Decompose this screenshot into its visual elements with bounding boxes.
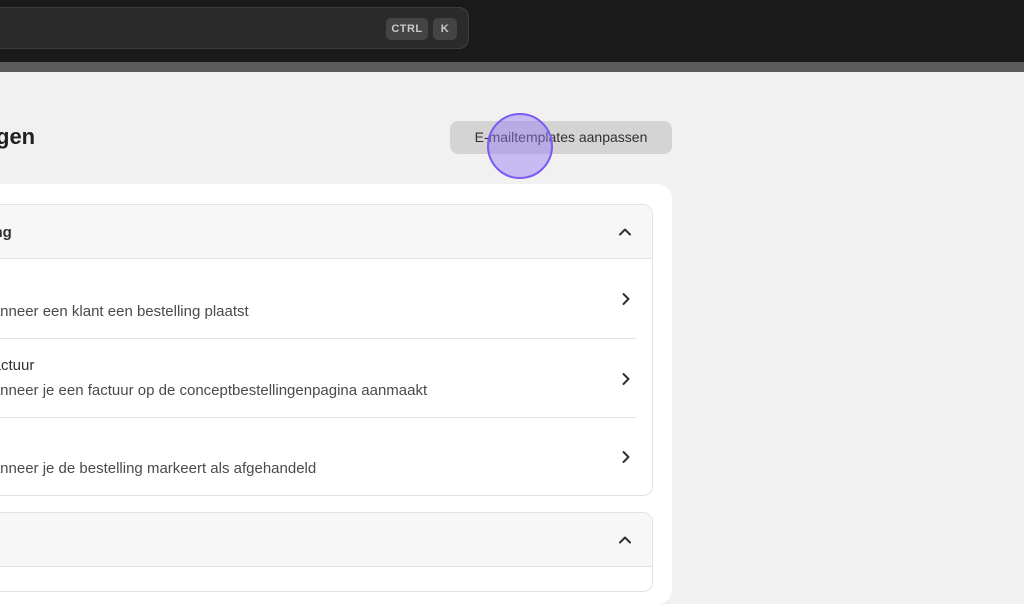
list-item-draft-invoice[interactable]: sfactuur wanneer je een factuur op de co… <box>0 339 652 418</box>
chevron-up-icon[interactable] <box>615 222 635 242</box>
row-description: wanneer een klant een bestelling plaatst <box>0 303 249 320</box>
section-second <box>0 512 653 592</box>
list-item-order-fulfilled[interactable]: wanneer je de bestelling markeert als af… <box>0 418 652 495</box>
shortcut-ctrl-key: CTRL <box>386 18 428 40</box>
list-item-order-confirmation[interactable]: wanneer een klant een bestelling plaatst <box>0 260 652 339</box>
section-header[interactable]: king <box>0 205 652 259</box>
edit-email-templates-button[interactable]: E-mailtemplates aanpassen <box>450 121 672 154</box>
chevron-right-icon <box>622 451 630 463</box>
row-title: sfactuur <box>0 357 35 374</box>
chevron-right-icon <box>622 373 630 385</box>
section-header[interactable] <box>0 513 652 567</box>
row-description: wanneer je de bestelling markeert als af… <box>0 460 317 477</box>
row-description: wanneer je een factuur op de conceptbest… <box>0 382 428 399</box>
cursor-highlight <box>487 113 553 179</box>
search-bar[interactable]: CTRL K <box>0 7 469 49</box>
top-bar-divider <box>0 62 1024 72</box>
chevron-up-icon[interactable] <box>615 530 635 550</box>
shortcut-k-key: K <box>433 18 457 40</box>
top-bar: CTRL K <box>0 0 1024 62</box>
chevron-right-icon <box>622 293 630 305</box>
section-orders: king wanneer een klant een bestelling pl… <box>0 204 653 496</box>
page-title: gen <box>0 124 36 149</box>
section-title: king <box>0 224 12 241</box>
